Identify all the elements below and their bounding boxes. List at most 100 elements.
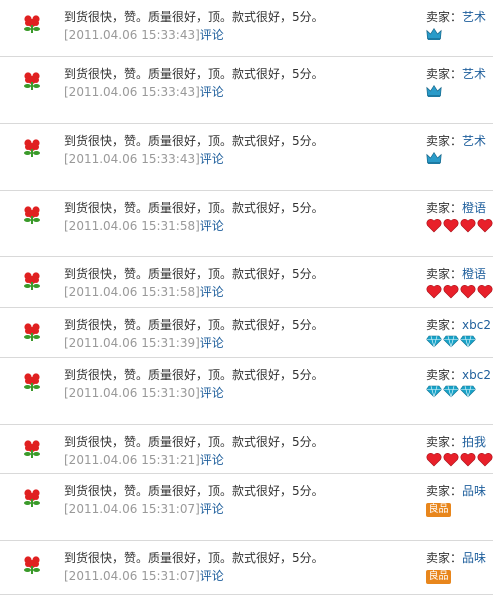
review-row: 到货很快，赞。质量很好，顶。款式很好，5分。 [2011.04.06 15:33:… bbox=[0, 124, 493, 191]
reply-link[interactable]: 评论 bbox=[200, 336, 224, 350]
seller-label: 卖家： bbox=[426, 318, 463, 332]
reply-link[interactable]: 评论 bbox=[200, 285, 224, 299]
seller-info: 卖家：品味 bbox=[426, 549, 486, 566]
review-row: 到货很快，赞。质量很好，顶。款式很好，5分。 [2011.04.06 15:31:… bbox=[0, 257, 493, 308]
seller-info: 卖家：艺术 bbox=[426, 132, 486, 149]
seller-rank bbox=[426, 452, 493, 468]
review-row: 到货很快，赞。质量很好，顶。款式很好，5分。 [2011.04.06 15:33:… bbox=[0, 57, 493, 124]
review-timestamp: [2011.04.06 15:31:07] bbox=[64, 569, 200, 583]
crown-icon bbox=[426, 84, 442, 98]
review-comment: 到货很快，赞。质量很好，顶。款式很好，5分。 bbox=[64, 318, 324, 332]
heart-icon bbox=[426, 452, 442, 467]
seller-info: 卖家：橙语 bbox=[426, 265, 486, 282]
seller-label: 卖家： bbox=[426, 368, 463, 382]
review-meta: [2011.04.06 15:33:43]评论 bbox=[64, 150, 224, 167]
review-timestamp: [2011.04.06 15:33:43] bbox=[64, 152, 200, 166]
diamond-icon bbox=[460, 385, 476, 399]
heart-icon bbox=[460, 452, 476, 467]
review-timestamp: [2011.04.06 15:31:30] bbox=[64, 386, 200, 400]
seller-name-link[interactable]: xbc2 bbox=[462, 368, 491, 382]
diamond-icon bbox=[460, 335, 476, 349]
seller-rank bbox=[426, 335, 477, 351]
flower-icon bbox=[23, 488, 41, 508]
review-row: 到货很快，赞。质量很好，顶。款式很好，5分。 [2011.04.06 15:31:… bbox=[0, 541, 493, 595]
reply-link[interactable]: 评论 bbox=[200, 152, 224, 166]
review-timestamp: [2011.04.06 15:31:58] bbox=[64, 285, 200, 299]
flower-icon bbox=[23, 138, 41, 158]
seller-rank bbox=[426, 218, 493, 234]
seller-label: 卖家： bbox=[426, 134, 463, 148]
flower-icon bbox=[23, 205, 41, 225]
seller-label: 卖家： bbox=[426, 551, 463, 565]
review-meta: [2011.04.06 15:33:43]评论 bbox=[64, 83, 224, 100]
review-row: 到货很快，赞。质量很好，顶。款式很好，5分。 [2011.04.06 15:33:… bbox=[0, 0, 493, 57]
seller-name-link[interactable]: 品味 bbox=[462, 484, 486, 498]
review-comment: 到货很快，赞。质量很好，顶。款式很好，5分。 bbox=[64, 67, 324, 81]
review-timestamp: [2011.04.06 15:31:21] bbox=[64, 453, 200, 467]
reply-link[interactable]: 评论 bbox=[200, 569, 224, 583]
seller-info: 卖家：橙语 bbox=[426, 199, 486, 216]
flower-icon bbox=[23, 439, 41, 459]
seller-info: 卖家：品味 bbox=[426, 482, 486, 499]
seller-name-link[interactable]: 艺术 bbox=[462, 10, 486, 24]
seller-name-link[interactable]: 橙语 bbox=[462, 267, 486, 281]
seller-info: 卖家：xbc2 bbox=[426, 316, 491, 333]
crown-icon bbox=[426, 27, 442, 41]
reply-link[interactable]: 评论 bbox=[200, 219, 224, 233]
seller-label: 卖家： bbox=[426, 435, 463, 449]
reply-link[interactable]: 评论 bbox=[200, 28, 224, 42]
review-timestamp: [2011.04.06 15:31:39] bbox=[64, 336, 200, 350]
good-quality-badge: 良品 bbox=[426, 503, 451, 517]
heart-icon bbox=[443, 218, 459, 233]
seller-rank: 良品 bbox=[426, 568, 451, 584]
diamond-icon bbox=[443, 335, 459, 349]
reply-link[interactable]: 评论 bbox=[200, 502, 224, 516]
review-timestamp: [2011.04.06 15:33:43] bbox=[64, 85, 200, 99]
heart-icon bbox=[477, 452, 493, 467]
review-row: 到货很快，赞。质量很好，顶。款式很好，5分。 [2011.04.06 15:31:… bbox=[0, 358, 493, 425]
reply-link[interactable]: 评论 bbox=[200, 85, 224, 99]
seller-label: 卖家： bbox=[426, 484, 463, 498]
seller-info: 卖家：艺术 bbox=[426, 8, 486, 25]
seller-label: 卖家： bbox=[426, 267, 463, 281]
flower-icon bbox=[23, 271, 41, 291]
seller-rank bbox=[426, 27, 443, 43]
seller-name-link[interactable]: 艺术 bbox=[462, 134, 486, 148]
seller-rank bbox=[426, 284, 493, 300]
seller-rank bbox=[426, 84, 443, 100]
review-comment: 到货很快，赞。质量很好，顶。款式很好，5分。 bbox=[64, 368, 324, 382]
seller-name-link[interactable]: xbc2 bbox=[462, 318, 491, 332]
heart-icon bbox=[443, 284, 459, 299]
seller-info: 卖家：拍我 bbox=[426, 433, 486, 450]
reply-link[interactable]: 评论 bbox=[200, 386, 224, 400]
seller-rank bbox=[426, 385, 477, 401]
review-row: 到货很快，赞。质量很好，顶。款式很好，5分。 [2011.04.06 15:31:… bbox=[0, 425, 493, 474]
seller-label: 卖家： bbox=[426, 201, 463, 215]
heart-icon bbox=[426, 284, 442, 299]
diamond-icon bbox=[426, 335, 442, 349]
review-timestamp: [2011.04.06 15:31:58] bbox=[64, 219, 200, 233]
flower-icon bbox=[23, 322, 41, 342]
review-comment: 到货很快，赞。质量很好，顶。款式很好，5分。 bbox=[64, 551, 324, 565]
flower-icon bbox=[23, 14, 41, 34]
review-comment: 到货很快，赞。质量很好，顶。款式很好，5分。 bbox=[64, 484, 324, 498]
review-comment: 到货很快，赞。质量很好，顶。款式很好，5分。 bbox=[64, 435, 324, 449]
seller-rank: 良品 bbox=[426, 501, 451, 517]
heart-icon bbox=[477, 284, 493, 299]
seller-name-link[interactable]: 橙语 bbox=[462, 201, 486, 215]
review-meta: [2011.04.06 15:31:39]评论 bbox=[64, 334, 224, 351]
seller-name-link[interactable]: 艺术 bbox=[462, 67, 486, 81]
review-meta: [2011.04.06 15:31:21]评论 bbox=[64, 451, 224, 468]
diamond-icon bbox=[443, 385, 459, 399]
seller-info: 卖家：xbc2 bbox=[426, 366, 491, 383]
review-timestamp: [2011.04.06 15:31:07] bbox=[64, 502, 200, 516]
review-comment: 到货很快，赞。质量很好，顶。款式很好，5分。 bbox=[64, 10, 324, 24]
review-meta: [2011.04.06 15:31:07]评论 bbox=[64, 567, 224, 584]
diamond-icon bbox=[426, 385, 442, 399]
seller-name-link[interactable]: 拍我 bbox=[462, 435, 486, 449]
review-comment: 到货很快，赞。质量很好，顶。款式很好，5分。 bbox=[64, 201, 324, 215]
reply-link[interactable]: 评论 bbox=[200, 453, 224, 467]
good-quality-badge: 良品 bbox=[426, 570, 451, 584]
seller-name-link[interactable]: 品味 bbox=[462, 551, 486, 565]
review-row: 到货很快，赞。质量很好，顶。款式很好，5分。 [2011.04.06 15:31:… bbox=[0, 308, 493, 358]
